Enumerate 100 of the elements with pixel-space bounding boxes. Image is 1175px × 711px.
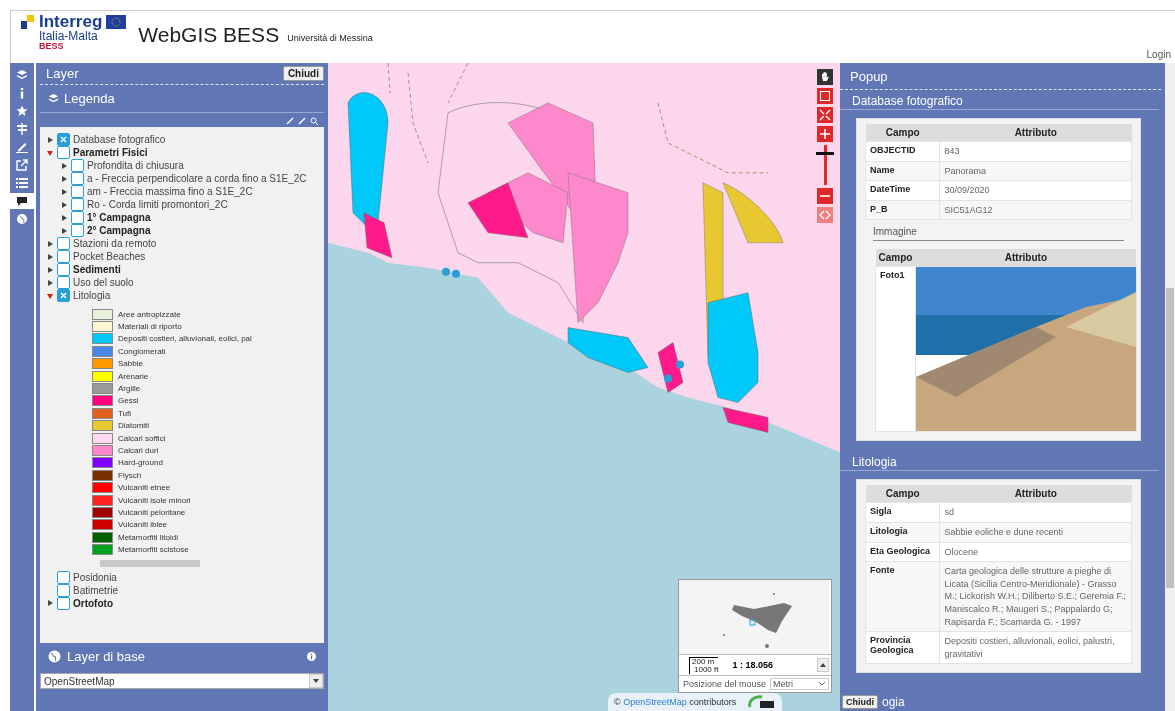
layer-name[interactable]: Ortofoto [73, 597, 113, 609]
layer-checkbox[interactable] [57, 133, 70, 146]
layer-checkbox[interactable] [71, 159, 84, 172]
close-button[interactable]: Chiudi [842, 695, 878, 709]
legend-label: Conglomerati [118, 346, 166, 356]
layer-name[interactable]: am - Freccia massima fino a S1E_2C [87, 186, 253, 197]
zoom-box-icon[interactable] [817, 88, 833, 104]
layer-checkbox[interactable] [57, 146, 70, 159]
field-cell: P_B [865, 200, 940, 220]
column-header: Attributo [939, 485, 1132, 503]
collapse-icon[interactable] [298, 117, 306, 125]
full-extent-icon[interactable] [817, 107, 833, 123]
layer-name[interactable]: Sedimenti [73, 264, 121, 275]
layer-name[interactable]: Profondita di chiusura [87, 160, 184, 171]
layers-icon [16, 69, 28, 81]
layers-icon [48, 93, 59, 104]
zoom-out-icon[interactable] [817, 188, 833, 204]
collapsed-arrow-icon[interactable] [60, 161, 68, 170]
scale-ratio: 1 : 18.056 [732, 660, 773, 670]
logo-region: Italia-Malta [39, 30, 98, 42]
expanded-arrow-icon[interactable] [46, 291, 54, 300]
field-cell: Eta Geologica [865, 542, 940, 562]
collapsed-arrow-icon[interactable] [60, 213, 68, 222]
pencil-icon [16, 141, 28, 153]
collapse-arrow-icon[interactable] [817, 658, 829, 672]
layer-checkbox[interactable] [57, 237, 70, 250]
legend-label: Depositi costieri, alluvionali, eolici, pal [118, 334, 252, 344]
expand-icon[interactable] [286, 117, 294, 125]
legend-label: Hard-ground [118, 458, 163, 468]
layer-checkbox[interactable] [71, 224, 84, 237]
mouse-position-label: Posizione del mouse [683, 679, 767, 689]
layer-checkbox[interactable] [57, 250, 70, 263]
legend-label: Vulcaniti iblee [118, 520, 168, 530]
info-icon[interactable] [307, 652, 316, 661]
logo-squares-icon [21, 15, 35, 31]
dropdown-arrow-icon[interactable] [309, 674, 323, 688]
collapsed-arrow-icon[interactable] [46, 252, 54, 261]
layer-name[interactable]: 1° Campagna [87, 212, 151, 223]
layer-checkbox[interactable] [57, 570, 70, 584]
units-select[interactable]: Metri [770, 678, 829, 690]
collapsed-arrow-icon[interactable] [60, 226, 68, 235]
legend-label: Calcari soffici [118, 433, 166, 443]
scale-bar: 200 m 1000 ft [689, 656, 719, 674]
overview-map[interactable]: 200 m 1000 ft 1 : 18.056 Posizione del mouse Metri [678, 579, 832, 693]
layer-name[interactable]: Pocket Beaches [73, 251, 146, 262]
pan-hand-icon[interactable] [817, 69, 833, 85]
close-button[interactable]: Chiudi [282, 66, 324, 81]
layer-checkbox[interactable] [71, 172, 84, 185]
layer-name[interactable]: 2° Campagna [87, 225, 151, 236]
stars-flag-icon [106, 15, 127, 29]
layer-checkbox[interactable] [57, 276, 70, 289]
layer-name[interactable]: Ro - Corda limiti promontori_2C [87, 199, 228, 210]
layer-name[interactable]: Uso del suolo [73, 277, 134, 288]
expanded-arrow-icon[interactable] [46, 148, 54, 157]
comment-icon [16, 195, 28, 207]
logo-swirl-icon [746, 695, 777, 709]
subsection-title: Immagine [873, 226, 1124, 242]
cross-icon [60, 136, 67, 143]
legend-label: Diatomiti [118, 421, 150, 431]
layer-name[interactable]: Litologia [73, 290, 111, 301]
layer-checkbox[interactable] [57, 289, 70, 302]
layer-name[interactable]: a - Freccia perpendicolare a corda fino a S1E_2C [87, 173, 307, 184]
comment-tool[interactable] [10, 193, 34, 209]
collapsed-arrow-icon[interactable] [46, 135, 54, 144]
section-title: ogia [882, 695, 905, 709]
zoom-slider[interactable] [816, 145, 834, 185]
vertical-scrollbar[interactable] [1165, 63, 1175, 711]
field-cell: OBJECTID [865, 141, 940, 162]
layer-name[interactable]: Posidonia [73, 571, 117, 583]
login-link[interactable]: Login [1146, 49, 1171, 60]
layer-name[interactable]: Database fotografico [73, 134, 166, 145]
legend-label: Aree antropizzate [118, 309, 181, 319]
collapsed-arrow-icon[interactable] [46, 239, 54, 248]
history-arrows-icon[interactable] [817, 207, 833, 223]
chevron-down-icon [818, 681, 826, 687]
layer-name[interactable]: Batimetrie [73, 584, 118, 596]
layer-checkbox[interactable] [71, 185, 84, 198]
field-cell: Provincia Geologica [865, 631, 940, 664]
layer-checkbox[interactable] [71, 211, 84, 224]
legend-label: Gessi [118, 396, 139, 406]
zoom-in-icon[interactable] [817, 126, 833, 142]
app-subtitle: Università di Messina [287, 33, 373, 43]
collapsed-arrow-icon[interactable] [46, 265, 54, 274]
collapsed-arrow-icon[interactable] [46, 278, 54, 287]
layer-name[interactable]: Parametri Fisici [73, 147, 148, 158]
collapsed-arrow-icon[interactable] [60, 200, 68, 209]
legend-label: Vulcaniti etnee [118, 483, 171, 493]
collapsed-arrow-icon[interactable] [60, 187, 68, 196]
collapsed-arrow-icon[interactable] [46, 599, 54, 608]
layer-checkbox[interactable] [71, 198, 84, 211]
legend-label: Vulcaniti isole minori [118, 495, 191, 505]
star-icon [16, 105, 28, 117]
collapsed-arrow-icon[interactable] [60, 174, 68, 183]
base-layer-select[interactable]: OpenStreetMap [40, 673, 324, 689]
layer-checkbox[interactable] [57, 263, 70, 276]
osm-link[interactable]: OpenStreetMap [623, 697, 687, 707]
attribution-text: © OpenStreetMap contributors [614, 697, 737, 707]
field-cell: DateTime [865, 180, 940, 201]
zoom-icon[interactable] [310, 117, 318, 125]
layer-name[interactable]: Stazioni da remoto [73, 238, 157, 249]
